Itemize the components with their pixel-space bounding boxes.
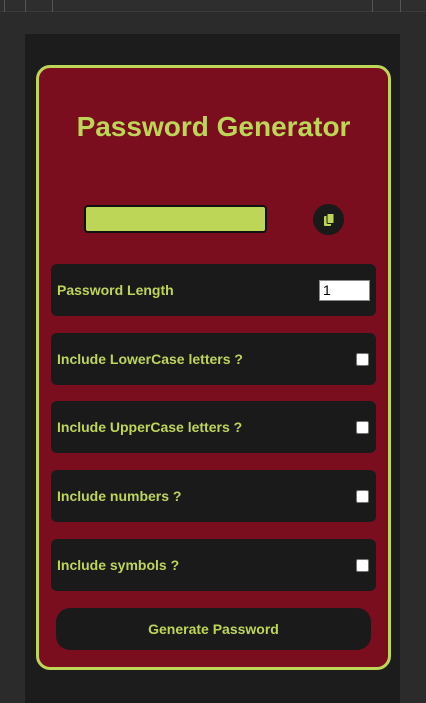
numbers-option-label: Include numbers ?: [57, 488, 182, 504]
numbers-checkbox[interactable]: [356, 489, 369, 503]
browser-toolbar-strip: [0, 0, 426, 12]
numbers-option-row: Include numbers ?: [51, 470, 376, 522]
uppercase-option-row: Include UpperCase letters ?: [51, 401, 376, 453]
generator-card: Password Generator Password Length Inclu…: [36, 65, 391, 670]
symbols-checkbox[interactable]: [356, 558, 369, 572]
copy-icon: [323, 212, 334, 226]
page-viewport: Password Generator Password Length Inclu…: [25, 34, 400, 703]
page-title: Password Generator: [76, 111, 351, 142]
password-length-input[interactable]: [319, 279, 370, 301]
password-length-label: Password Length: [57, 282, 174, 298]
toolbar-divider: [25, 0, 26, 12]
uppercase-option-label: Include UpperCase letters ?: [57, 419, 243, 435]
symbols-option-label: Include symbols ?: [57, 557, 180, 573]
lowercase-option-label: Include LowerCase letters ?: [57, 351, 243, 367]
password-output[interactable]: [84, 205, 267, 233]
copy-button[interactable]: [313, 204, 344, 235]
uppercase-checkbox[interactable]: [356, 420, 369, 434]
lowercase-checkbox[interactable]: [356, 352, 369, 366]
symbols-option-row: Include symbols ?: [51, 539, 376, 591]
lowercase-option-row: Include LowerCase letters ?: [51, 333, 376, 385]
password-length-row: Password Length: [51, 264, 376, 316]
toolbar-divider: [4, 0, 5, 12]
toolbar-divider: [52, 0, 53, 12]
toolbar-divider: [400, 0, 401, 12]
generate-password-button[interactable]: Generate Password: [56, 608, 371, 650]
toolbar-divider: [372, 0, 373, 12]
